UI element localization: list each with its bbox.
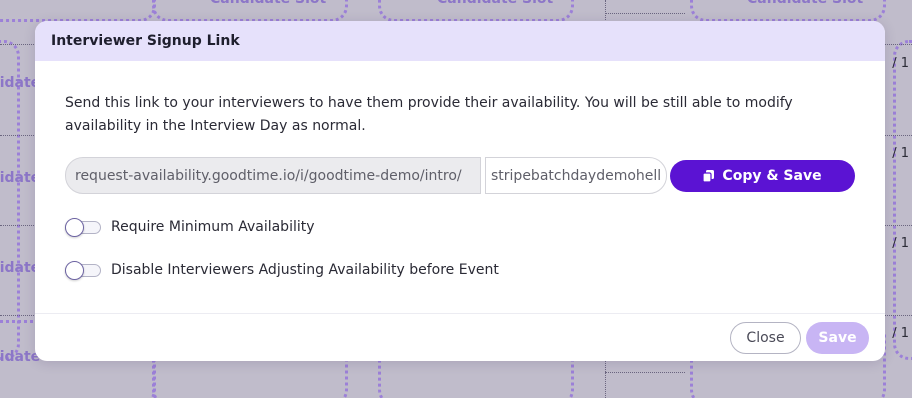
grid-line bbox=[605, 372, 685, 373]
disable-adjusting-availability-toggle[interactable] bbox=[65, 261, 101, 280]
dialog-description: Send this link to your interviewers to h… bbox=[65, 95, 793, 134]
close-button[interactable]: Close bbox=[730, 321, 801, 354]
require-minimum-availability-label: Require Minimum Availability bbox=[111, 219, 315, 235]
toggle-knob bbox=[65, 218, 84, 237]
grid-line bbox=[0, 315, 40, 316]
save-button[interactable]: Save bbox=[806, 321, 869, 354]
grid-line bbox=[605, 0, 606, 20]
grid-line bbox=[0, 135, 40, 136]
copy-and-save-button[interactable]: Copy & Save bbox=[670, 159, 855, 192]
dialog-body: Send this link to your interviewers to h… bbox=[35, 61, 885, 281]
disable-adjusting-availability-row: Disable Interviewers Adjusting Availabil… bbox=[65, 259, 855, 281]
dialog-header: Interviewer Signup Link bbox=[35, 21, 885, 61]
slot-count: / 1 bbox=[892, 236, 909, 251]
dialog-title: Interviewer Signup Link bbox=[51, 33, 240, 49]
grid-line bbox=[0, 44, 40, 45]
slot-count: / 1 bbox=[892, 56, 909, 71]
link-prefix: request-availability.goodtime.io/i/goodt… bbox=[65, 157, 481, 194]
grid-line bbox=[0, 225, 40, 226]
grid-line bbox=[605, 360, 606, 398]
slot-count: / 1 bbox=[892, 326, 909, 341]
disable-adjusting-availability-label: Disable Interviewers Adjusting Availabil… bbox=[111, 262, 499, 278]
interviewer-signup-dialog: Interviewer Signup Link Send this link t… bbox=[35, 21, 885, 361]
require-minimum-availability-toggle[interactable] bbox=[65, 218, 101, 237]
slot-count: / 1 bbox=[892, 146, 909, 161]
toggle-knob bbox=[65, 261, 84, 280]
slot-label: Candidate Slot bbox=[747, 0, 863, 7]
copy-icon bbox=[703, 169, 715, 182]
link-suffix-input[interactable] bbox=[485, 157, 667, 194]
candidate-slot bbox=[893, 40, 912, 360]
candidate-slot bbox=[0, 0, 156, 22]
copy-and-save-label: Copy & Save bbox=[722, 167, 822, 184]
slot-label: Candidate Slot bbox=[437, 0, 553, 7]
require-minimum-availability-row: Require Minimum Availability bbox=[65, 216, 855, 238]
signup-link-row: request-availability.goodtime.io/i/goodt… bbox=[65, 157, 855, 194]
dialog-footer: Close Save bbox=[35, 313, 885, 361]
grid-line bbox=[605, 13, 685, 14]
slot-label: Candidate Slot bbox=[210, 0, 326, 7]
